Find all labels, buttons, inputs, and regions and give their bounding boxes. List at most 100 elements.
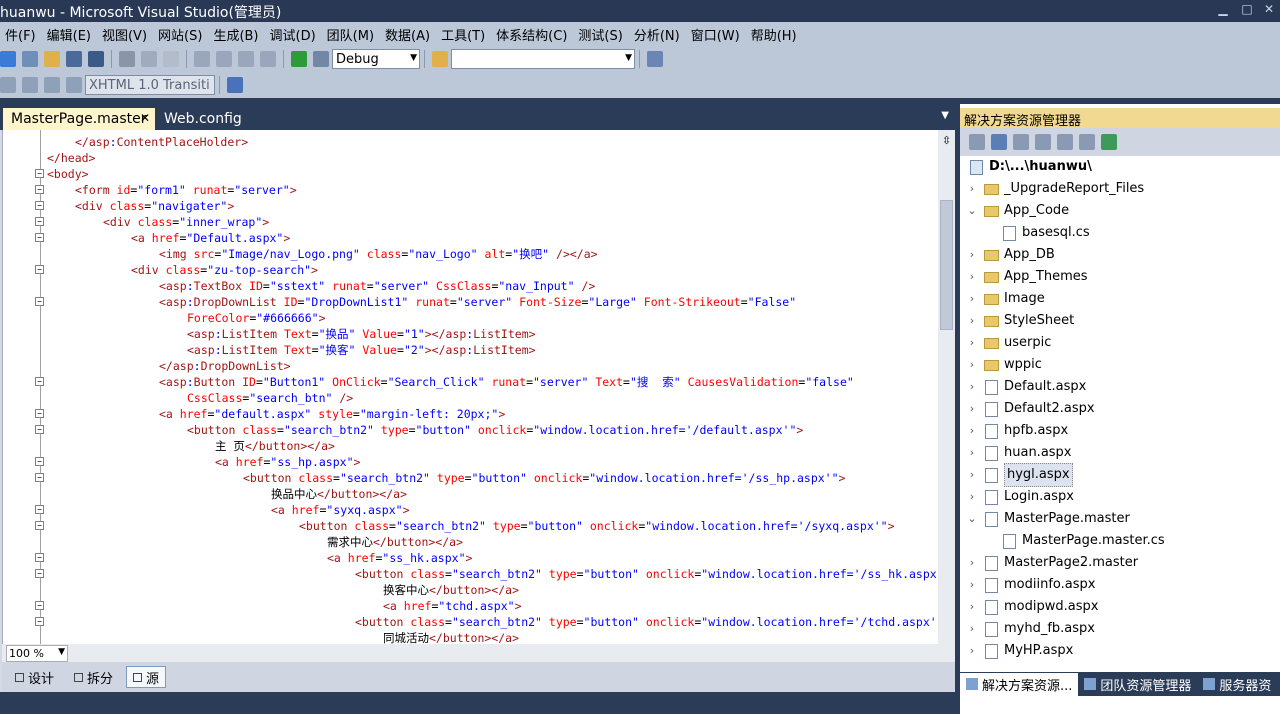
comment-icon[interactable]	[44, 77, 60, 93]
solution-config-select[interactable]: Debug ▼	[332, 49, 420, 69]
tree-file[interactable]: › hpfb.aspx	[966, 420, 1068, 442]
tree-file[interactable]: MasterPage.master.cs	[984, 530, 1165, 552]
chevron-right-icon[interactable]: ›	[966, 310, 978, 332]
refresh-icon[interactable]	[991, 134, 1007, 150]
asp-net-config-icon[interactable]	[1101, 134, 1117, 150]
chevron-right-icon[interactable]: ›	[966, 618, 978, 640]
tree-file[interactable]: ⌄ MasterPage.master	[966, 508, 1130, 530]
chevron-right-icon[interactable]: ›	[966, 552, 978, 574]
tree-file[interactable]: › huan.aspx	[966, 442, 1072, 464]
tree-file[interactable]: › myhd_fb.aspx	[966, 618, 1095, 640]
fold-toggle[interactable]: −	[35, 553, 44, 562]
chevron-right-icon[interactable]: ›	[966, 442, 978, 464]
properties-icon[interactable]	[969, 134, 985, 150]
save-all-icon[interactable]	[88, 51, 104, 67]
undo-icon[interactable]	[194, 51, 210, 67]
fold-toggle[interactable]: −	[35, 473, 44, 482]
chevron-right-icon[interactable]: ›	[966, 398, 978, 420]
tree-file[interactable]: › Login.aspx	[966, 486, 1074, 508]
tree-folder[interactable]: › App_DB	[966, 244, 1055, 266]
tree-root[interactable]: D:\...\huanwu\	[966, 156, 1092, 178]
add-item-icon[interactable]	[22, 51, 38, 67]
chevron-right-icon[interactable]: ›	[966, 420, 978, 442]
tree-folder[interactable]: › App_Themes	[966, 266, 1088, 288]
fold-toggle[interactable]: −	[35, 201, 44, 210]
open-file-icon[interactable]	[44, 51, 60, 67]
tree-file[interactable]: › MyHP.aspx	[966, 640, 1073, 662]
menu-item[interactable]: 生成(B)	[208, 25, 263, 44]
menu-item[interactable]: 体系结构(C)	[491, 25, 572, 44]
fold-toggle[interactable]: −	[35, 617, 44, 626]
chevron-right-icon[interactable]: ›	[966, 288, 978, 310]
copy-website-icon[interactable]	[1079, 134, 1095, 150]
tree-folder[interactable]: ⌄ App_Code	[966, 200, 1069, 222]
nest-files-icon[interactable]	[1013, 134, 1029, 150]
menu-item[interactable]: 分析(N)	[629, 25, 685, 44]
indent-icon[interactable]	[22, 77, 38, 93]
close-tab-icon[interactable]: ✕	[140, 111, 150, 125]
attach-process-icon[interactable]	[313, 51, 329, 67]
scrollbar-thumb[interactable]	[940, 200, 953, 330]
start-debug-icon[interactable]	[291, 51, 307, 67]
fold-toggle[interactable]: −	[35, 409, 44, 418]
fold-toggle[interactable]: −	[35, 169, 44, 178]
check-accessibility-icon[interactable]	[227, 77, 243, 93]
fold-toggle[interactable]: −	[35, 505, 44, 514]
tree-folder[interactable]: › userpic	[966, 332, 1052, 354]
save-icon[interactable]	[66, 51, 82, 67]
navigate-back-icon[interactable]	[238, 51, 254, 67]
tree-file[interactable]: › modipwd.aspx	[966, 596, 1098, 618]
fold-toggle[interactable]: −	[35, 217, 44, 226]
fold-toggle[interactable]: −	[35, 457, 44, 466]
tree-file[interactable]: › MasterPage2.master	[966, 552, 1138, 574]
fold-toggle[interactable]: −	[35, 297, 44, 306]
fold-toggle[interactable]: −	[35, 377, 44, 386]
tree-file[interactable]: basesql.cs	[984, 222, 1090, 244]
chevron-right-icon[interactable]: ›	[966, 244, 978, 266]
horizontal-scrollbar[interactable]: 100 % ▼	[2, 644, 955, 662]
uncomment-icon[interactable]	[66, 77, 82, 93]
split-view-button[interactable]: 拆分	[67, 666, 120, 688]
menu-item[interactable]: 调试(D)	[265, 25, 321, 44]
chevron-right-icon[interactable]: ›	[966, 596, 978, 618]
menu-item[interactable]: 数据(A)	[380, 25, 435, 44]
tab-web-config[interactable]: Web.config	[156, 108, 242, 132]
tab-list-dropdown-icon[interactable]: ▼	[941, 110, 949, 121]
find-combo[interactable]: ▼	[451, 49, 635, 69]
target-schema-select[interactable]: XHTML 1.0 Transiti	[85, 75, 215, 95]
tree-folder[interactable]: › Image	[966, 288, 1045, 310]
tree-file[interactable]: › Default.aspx	[966, 376, 1086, 398]
tree-file[interactable]: › Default2.aspx	[966, 398, 1095, 420]
zoom-level[interactable]: 100 % ▼	[6, 645, 68, 662]
menu-item[interactable]: 件(F)	[0, 25, 41, 44]
outdent-icon[interactable]	[0, 77, 16, 93]
tree-file[interactable]: › modiinfo.aspx	[966, 574, 1095, 596]
menu-item[interactable]: 网站(S)	[153, 25, 207, 44]
close-window-icon[interactable]: ✕	[1258, 2, 1280, 18]
design-view-button[interactable]: 设计	[8, 666, 61, 688]
chevron-right-icon[interactable]: ›	[966, 486, 978, 508]
redo-icon[interactable]	[216, 51, 232, 67]
paste-icon[interactable]	[163, 51, 179, 67]
menu-item[interactable]: 窗口(W)	[686, 25, 745, 44]
code-editor[interactable]: </asp:ContentPlaceHolder> </head> − <body> −…	[2, 130, 938, 644]
menu-item[interactable]: 视图(V)	[97, 25, 152, 44]
chevron-right-icon[interactable]: ›	[966, 332, 978, 354]
tab-solution-explorer[interactable]: 解决方案资源...	[960, 672, 1079, 696]
tree-file[interactable]: › hygl.aspx	[966, 463, 1073, 487]
tab-masterpage-master[interactable]: MasterPage.master ✕	[3, 108, 155, 132]
chevron-right-icon[interactable]: ›	[966, 640, 978, 662]
find-in-files-icon[interactable]	[432, 51, 448, 67]
cut-icon[interactable]	[119, 51, 135, 67]
fold-toggle[interactable]: −	[35, 601, 44, 610]
chevron-right-icon[interactable]: ›	[966, 574, 978, 596]
minimize-icon[interactable]: ▁	[1212, 2, 1234, 18]
fold-toggle[interactable]: −	[35, 569, 44, 578]
tree-folder[interactable]: › wppic	[966, 354, 1042, 376]
chevron-right-icon[interactable]: ›	[966, 376, 978, 398]
tab-team-explorer[interactable]: 团队资源管理器	[1078, 673, 1197, 696]
new-project-icon[interactable]	[0, 51, 16, 67]
chevron-down-icon[interactable]: ⌄	[966, 508, 978, 530]
tab-server-explorer[interactable]: 服务器资	[1197, 673, 1277, 696]
fold-toggle[interactable]: −	[35, 233, 44, 242]
